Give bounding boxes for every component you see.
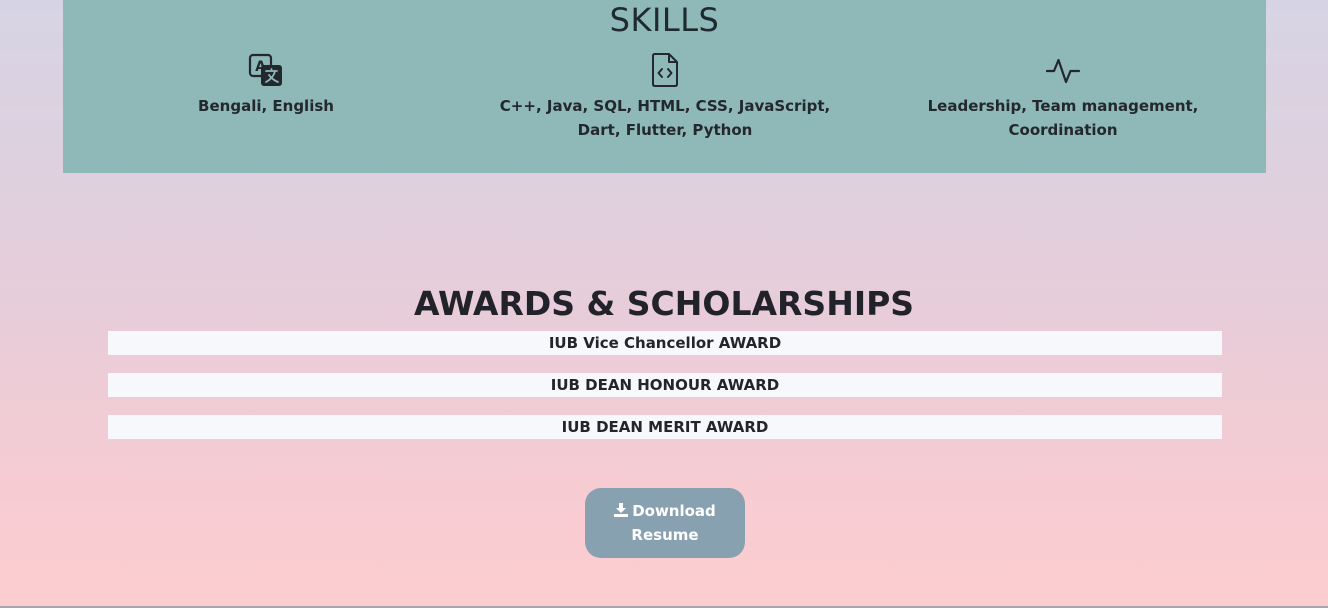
award-item: IUB Vice Chancellor AWARD [108,331,1222,355]
skill-soft-text: Leadership, Team management, Coordinatio… [927,97,1199,139]
skill-soft: Leadership, Team management, Coordinatio… [889,52,1237,142]
awards-title: AWARDS & SCHOLARSHIPS [413,284,915,323]
skill-programming-text: C++, Java, SQL, HTML, CSS, JavaScript, D… [499,97,831,139]
activity-icon [1045,52,1081,88]
skills-title: SKILLS [609,1,720,39]
skill-programming: C++, Java, SQL, HTML, CSS, JavaScript, D… [493,52,837,142]
award-item: IUB DEAN MERIT AWARD [108,415,1222,439]
skill-languages: A Bengali, English [193,52,339,118]
download-resume-button[interactable]: Download Resume [585,488,745,558]
skill-languages-text: Bengali, English [198,97,334,115]
download-resume-label: Download Resume [631,502,716,544]
skills-section: SKILLS A Bengali, English C++, Java, SQL… [63,0,1266,173]
award-item: IUB DEAN HONOUR AWARD [108,373,1222,397]
code-file-icon [647,52,683,88]
download-icon [614,500,629,517]
translate-icon: A [248,52,284,88]
